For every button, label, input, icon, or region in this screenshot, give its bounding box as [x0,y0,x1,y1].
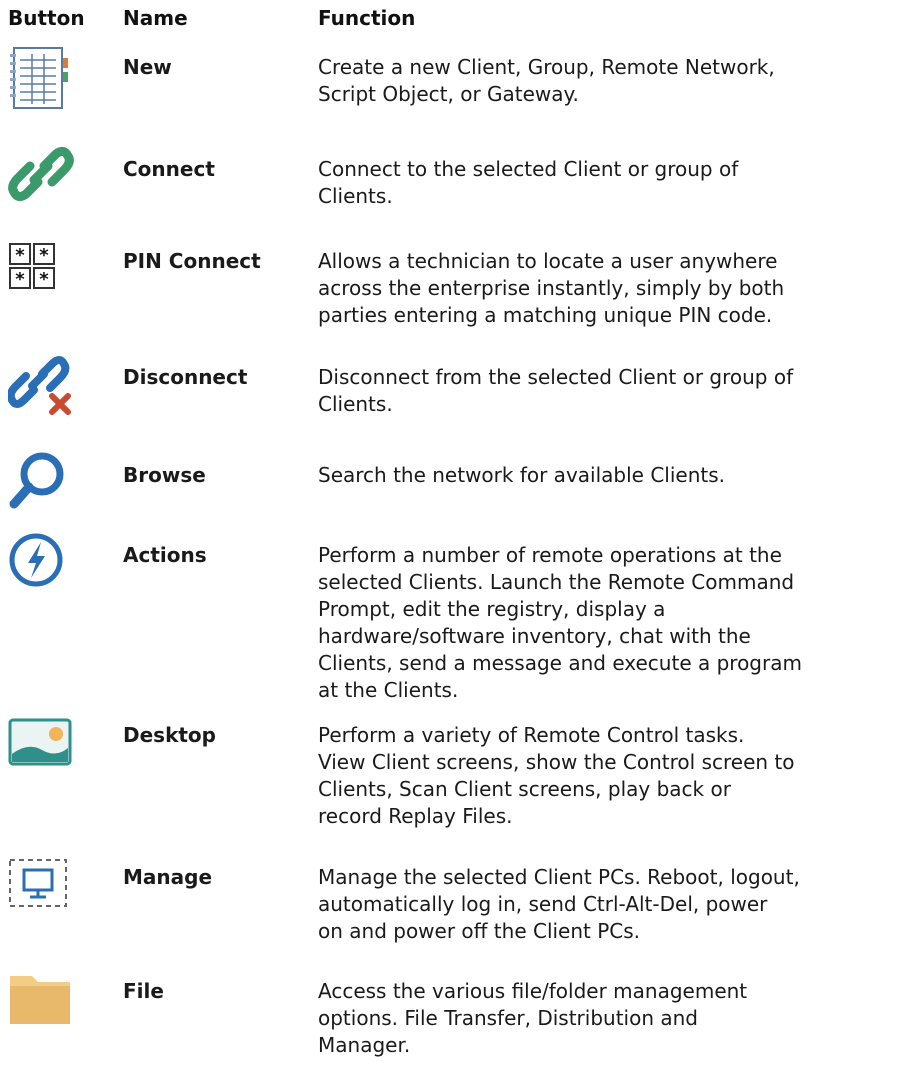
function-line: across the enterprise instantly, simply … [318,276,785,300]
address-book-icon [8,46,74,110]
function-line: Disconnect from the selected Client or g… [318,365,794,389]
row-function: Manage the selected Client PCs. Reboot, … [318,864,908,945]
function-line: View Client screens, show the Control sc… [318,750,795,774]
function-line: Manage the selected Client PCs. Reboot, … [318,865,800,889]
row-name: File [123,979,164,1003]
row-name: Connect [123,157,215,181]
function-line: Perform a variety of Remote Control task… [318,723,745,747]
row-name: New [123,55,172,79]
function-line: Clients. [318,184,393,208]
function-line: hardware/software inventory, chat with t… [318,624,751,648]
function-line: automatically log in, send Ctrl-Alt-Del,… [318,892,768,916]
svg-text:*: * [15,245,25,266]
function-line: Prompt, edit the registry, display a [318,597,666,621]
row-name: Actions [123,543,207,567]
row-name: PIN Connect [123,249,261,273]
function-line: record Replay Files. [318,804,513,828]
function-reference-table: Button Name Function New Create a new Cl… [0,0,910,1066]
magnifier-icon [8,448,74,512]
row-function: Perform a number of remote operations at… [318,542,908,704]
row-name: Disconnect [123,365,248,389]
row-function: Search the network for available Clients… [318,462,908,489]
function-line: parties entering a matching unique PIN c… [318,303,773,327]
column-header-name: Name [123,6,188,30]
function-line: options. File Transfer, Distribution and [318,1006,698,1030]
landscape-picture-icon [8,712,74,776]
pin-grid-icon: * * * * [8,240,74,304]
function-line: selected Clients. Launch the Remote Comm… [318,570,795,594]
function-line: Clients, Scan Client screens, play back … [318,777,731,801]
function-line: Perform a number of remote operations at… [318,543,782,567]
row-function: Disconnect from the selected Client or g… [318,364,908,418]
svg-text:*: * [39,269,49,290]
column-header-function: Function [318,6,416,30]
row-name: Browse [123,463,206,487]
broken-link-icon [8,352,74,416]
function-line: Allows a technician to locate a user any… [318,249,778,273]
function-line: on and power off the Client PCs. [318,919,641,943]
row-name: Manage [123,865,213,889]
svg-text:*: * [15,269,25,290]
row-name: Desktop [123,723,216,747]
function-line: Script Object, or Gateway. [318,82,579,106]
function-line: Clients, send a message and execute a pr… [318,651,802,675]
function-line: Search the network for available Clients… [318,463,725,487]
row-function: Perform a variety of Remote Control task… [318,722,908,830]
folder-icon [8,968,74,1032]
function-line: Connect to the selected Client or group … [318,157,739,181]
lightning-circle-icon [8,528,74,592]
row-function: Connect to the selected Client or group … [318,156,908,210]
function-line: Clients. [318,392,393,416]
svg-text:*: * [39,245,49,266]
link-chain-icon [8,142,74,206]
function-line: Manager. [318,1033,411,1057]
function-line: at the Clients. [318,678,459,702]
function-line: Create a new Client, Group, Remote Netwo… [318,55,775,79]
function-line: Access the various file/folder managemen… [318,979,748,1003]
row-function: Access the various file/folder managemen… [318,978,908,1059]
row-function: Allows a technician to locate a user any… [318,248,908,329]
column-header-button: Button [8,6,85,30]
monitor-dashed-icon [8,856,74,920]
row-function: Create a new Client, Group, Remote Netwo… [318,54,908,108]
